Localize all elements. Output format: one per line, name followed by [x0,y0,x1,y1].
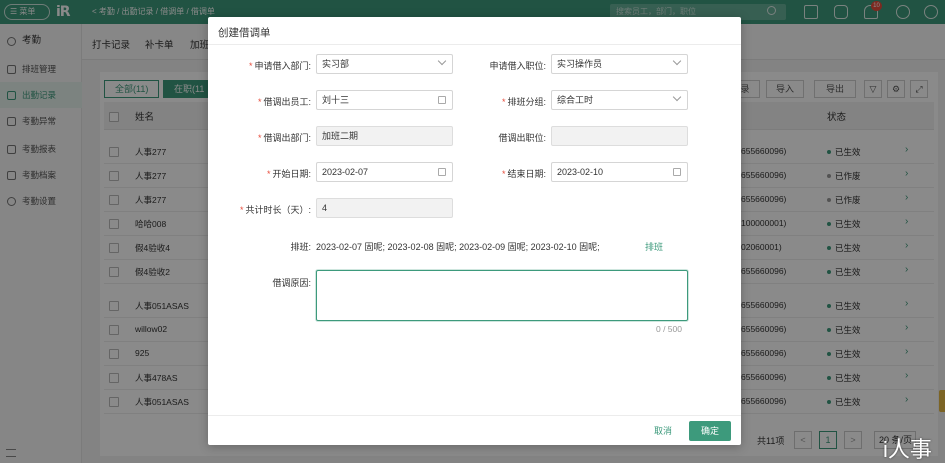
dialog-header-divider [208,44,741,45]
start-date-picker[interactable]: 2023-02-07 [316,162,453,182]
borrow-in-position-label: 申请借入职位: [489,61,546,71]
duration-field: 4 [316,198,453,218]
borrow-in-position-select[interactable]: 实习操作员 [551,54,688,74]
dialog-title: 创建借调单 [218,27,271,39]
calendar-icon [673,168,681,176]
duration-label: * 共计时长（天）: [239,205,311,215]
cancel-button[interactable]: 取消 [646,421,680,441]
reason-textarea[interactable] [316,270,688,321]
borrowed-employee-input[interactable]: 刘十三 [316,90,453,110]
borrow-out-position-label: 借调出职位: [498,133,546,143]
dialog-footer-divider [208,415,741,416]
borrow-out-dept-label: * 借调出部门: [257,133,311,143]
end-date-label: * 结束日期: [501,169,546,179]
borrow-out-position-field [551,126,688,146]
copy-icon [438,96,446,104]
shift-group-select[interactable]: 综合工时 [551,90,688,110]
chevron-down-icon [672,56,682,66]
chevron-down-icon [437,56,447,66]
calendar-icon [438,168,446,176]
reason-char-count: 0 / 500 [656,324,682,334]
borrowed-employee-label: * 借调出员工: [257,97,311,107]
end-date-picker[interactable]: 2023-02-10 [551,162,688,182]
reason-label: 借调原因: [272,278,311,288]
schedule-summary: 2023-02-07 固呢; 2023-02-08 固呢; 2023-02-09… [316,242,600,252]
schedule-label: 排班: [290,242,311,252]
borrow-in-dept-label: * 申请借入部门: [248,61,311,71]
watermark-logo: i人事 [883,437,932,462]
schedule-link[interactable]: 排班 [645,240,663,253]
create-secondment-dialog [208,17,741,445]
chevron-down-icon [672,92,682,102]
borrow-in-dept-select[interactable]: 实习部 [316,54,453,74]
shift-group-label: * 排班分组: [501,97,546,107]
start-date-label: * 开始日期: [266,169,311,179]
confirm-button[interactable]: 确定 [689,421,731,441]
borrow-out-dept-field: 加班二期 [316,126,453,146]
